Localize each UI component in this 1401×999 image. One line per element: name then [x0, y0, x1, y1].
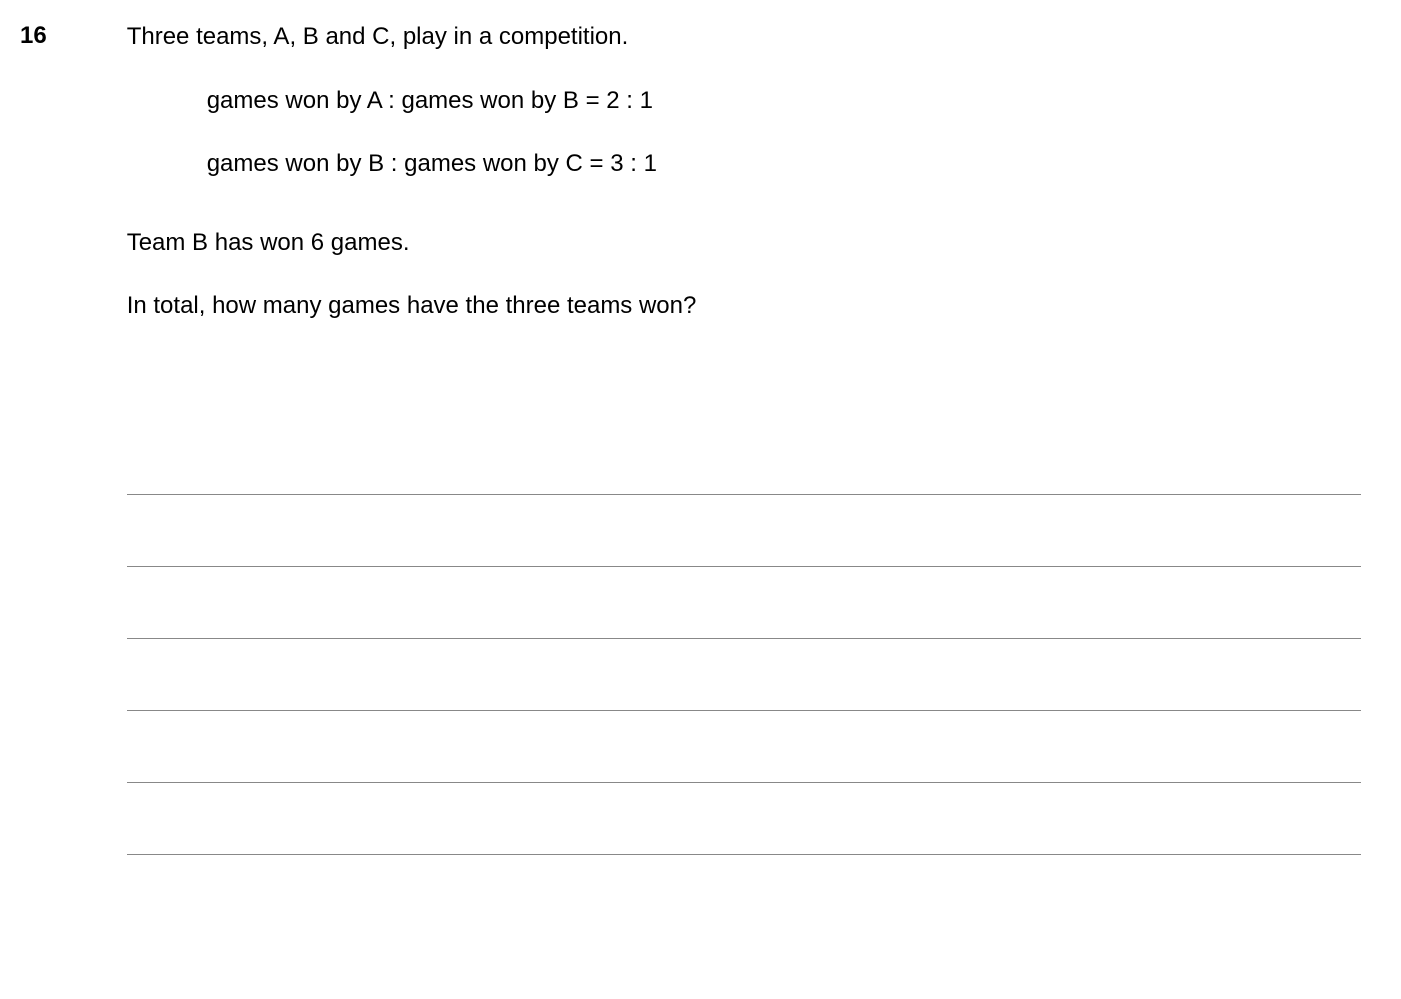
ratio-line-1: games won by A : games won by B = 2 : 1: [207, 84, 1361, 118]
answer-line[interactable]: [127, 423, 1361, 495]
question-body: Three teams, A, B and C, play in a compe…: [127, 20, 1361, 855]
answer-line[interactable]: [127, 639, 1361, 711]
question-number: 16: [20, 20, 47, 50]
answer-line[interactable]: [127, 783, 1361, 855]
answer-lines-area: [127, 423, 1361, 855]
answer-line[interactable]: [127, 495, 1361, 567]
question-intro: Three teams, A, B and C, play in a compe…: [127, 20, 1361, 54]
ratio-line-2: games won by B : games won by C = 3 : 1: [207, 147, 1361, 181]
answer-line[interactable]: [127, 711, 1361, 783]
answer-line[interactable]: [127, 567, 1361, 639]
question-container: 16 Three teams, A, B and C, play in a co…: [20, 20, 1361, 855]
question-statement: Team B has won 6 games.: [127, 226, 1361, 260]
question-final: In total, how many games have the three …: [127, 289, 1361, 323]
